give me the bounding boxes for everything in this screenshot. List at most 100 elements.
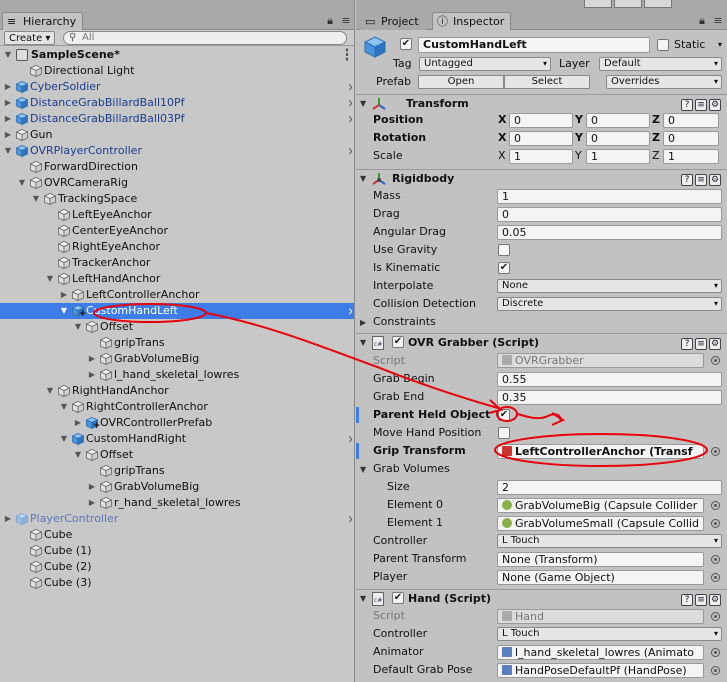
prefab-select-button[interactable]: Select	[504, 75, 590, 89]
is-kinematic-checkbox[interactable]: ✔	[498, 262, 510, 274]
grabber-header[interactable]: ▼ c# ✔ OVR Grabber (Script) ? ≡ ⚙	[356, 335, 727, 352]
hierarchy-row[interactable]: ▶ + OVRControllerPrefab	[0, 415, 354, 431]
object-picker-icon[interactable]	[711, 666, 720, 675]
help-book-icon[interactable]: ?	[681, 99, 693, 111]
transform-rotation-x-field[interactable]: 0	[509, 131, 573, 146]
tab-inspector[interactable]: ⓘ Inspector	[432, 12, 512, 30]
collapse-arrow-icon[interactable]: ▶	[87, 367, 97, 383]
settings-sliders-icon[interactable]: ≡	[695, 174, 707, 186]
transform-scale-x-field[interactable]: 1	[509, 149, 573, 164]
parent-held-object-checkbox[interactable]: ✔	[498, 409, 510, 421]
create-button[interactable]: Create ▾	[4, 31, 56, 45]
hierarchy-row[interactable]: ▶ Gun	[0, 127, 354, 143]
hierarchy-row[interactable]: ▼ LeftHandAnchor	[0, 271, 354, 287]
collapse-arrow-icon[interactable]: ▶	[73, 415, 83, 431]
hierarchy-row[interactable]: ▶ r_hand_skeletal_lowres	[0, 495, 354, 511]
collapse-arrow-icon[interactable]: ▼	[360, 338, 366, 347]
hierarchy-row[interactable]: ▼ + CustomHandLeft ›	[0, 302, 354, 320]
axis-x-label[interactable]: X	[498, 130, 506, 146]
collapse-arrow-icon[interactable]: ▶	[87, 479, 97, 495]
object-name-input[interactable]: CustomHandLeft	[418, 37, 650, 53]
expand-arrow-icon[interactable]: ▼	[59, 399, 69, 415]
gear-icon[interactable]: ⚙	[709, 594, 721, 606]
settings-sliders-icon[interactable]: ≡	[695, 99, 707, 111]
collapse-arrow-icon[interactable]: ▶	[3, 95, 13, 111]
gear-icon[interactable]: ⚙	[709, 99, 721, 111]
tag-dropdown[interactable]: Untagged ▾	[419, 57, 551, 71]
grabber-enabled-checkbox[interactable]: ✔	[392, 336, 404, 348]
expand-arrow-icon[interactable]: ▼	[45, 383, 55, 399]
expand-arrow-icon[interactable]: ▼	[31, 191, 41, 207]
transform-rotation-y-field[interactable]: 0	[586, 131, 650, 146]
collapse-arrow-icon[interactable]: ▶	[360, 318, 366, 327]
default-grab-pose-field[interactable]: HandPoseDefaultPf (HandPose)	[497, 663, 704, 678]
use-gravity-checkbox[interactable]	[498, 244, 510, 256]
transform-rotation-z-field[interactable]: 0	[663, 131, 719, 146]
expand-arrow-icon[interactable]: ▼	[17, 175, 27, 191]
hierarchy-row[interactable]: ForwardDirection	[0, 159, 354, 175]
transform-scale-y-field[interactable]: 1	[586, 149, 650, 164]
hand-enabled-checkbox[interactable]: ✔	[392, 592, 404, 604]
hierarchy-row[interactable]: Cube	[0, 527, 354, 543]
collapse-arrow-icon[interactable]: ▼	[360, 174, 366, 183]
hierarchy-row[interactable]: gripTrans	[0, 335, 354, 351]
hierarchy-row[interactable]: CenterEyeAnchor	[0, 223, 354, 239]
gear-icon[interactable]: ⚙	[709, 174, 721, 186]
help-book-icon[interactable]: ?	[681, 174, 693, 186]
collapse-arrow-icon[interactable]: ▶	[3, 79, 13, 95]
collision-detection-dropdown[interactable]: Discrete ▾	[497, 297, 722, 311]
axis-x-label[interactable]: X	[498, 112, 506, 128]
transform-position-x-field[interactable]: 0	[509, 113, 573, 128]
hand-header[interactable]: ▼ c# ✔ Hand (Script) ? ≡ ⚙	[356, 591, 727, 608]
move-hand-position-checkbox[interactable]	[498, 427, 510, 439]
expand-arrow-icon[interactable]: ▼	[45, 271, 55, 287]
hierarchy-row[interactable]: ▼ RightHandAnchor	[0, 383, 354, 399]
object-picker-icon[interactable]	[711, 555, 720, 564]
transform-scale-z-field[interactable]: 1	[663, 149, 719, 164]
collapse-arrow-icon[interactable]: ▼	[360, 465, 366, 474]
object-picker-icon[interactable]	[711, 612, 720, 621]
collapse-arrow-icon[interactable]: ▶	[3, 111, 13, 127]
axis-y-label[interactable]: Y	[575, 130, 583, 146]
axis-z-label[interactable]: Z	[652, 148, 660, 164]
lock-icon[interactable]: 🔒︎	[694, 14, 710, 28]
scene-row[interactable]: ▼ SampleScene* ⋮	[0, 46, 354, 64]
help-book-icon[interactable]: ?	[681, 594, 693, 606]
hierarchy-row[interactable]: ▶ DistanceGrabBillardBall10Pf ›	[0, 94, 354, 112]
drag-field[interactable]: 0	[497, 207, 722, 222]
rigidbody-header[interactable]: ▼ Rigidbody ? ≡ ⚙	[356, 171, 727, 188]
static-checkbox[interactable]	[657, 39, 669, 51]
expand-arrow-icon[interactable]: ▼	[73, 319, 83, 335]
grab-begin-field[interactable]: 0.55	[497, 372, 722, 387]
hierarchy-row[interactable]: ▼ RightControllerAnchor	[0, 399, 354, 415]
collapse-arrow-icon[interactable]: ▶	[3, 127, 13, 143]
pause-button[interactable]	[614, 0, 642, 8]
hierarchy-row[interactable]: LeftEyeAnchor	[0, 207, 354, 223]
collapse-arrow-icon[interactable]: ▶	[3, 511, 13, 527]
object-picker-icon[interactable]	[711, 501, 720, 510]
hierarchy-row[interactable]: ▶ DistanceGrabBillardBall03Pf ›	[0, 110, 354, 128]
tab-project[interactable]: ▭ Project	[360, 12, 426, 30]
element0-field[interactable]: GrabVolumeBig (Capsule Collider	[497, 498, 704, 513]
size-field[interactable]: 2	[497, 480, 722, 495]
hierarchy-row[interactable]: ▶ LeftControllerAnchor	[0, 287, 354, 303]
axis-z-label[interactable]: Z	[652, 112, 660, 128]
hierarchy-row[interactable]: ▼ Offset	[0, 447, 354, 463]
expand-arrow-icon[interactable]: ▼	[59, 431, 69, 447]
hierarchy-row[interactable]: TrackerAnchor	[0, 255, 354, 271]
axis-y-label[interactable]: Y	[575, 148, 582, 164]
grabber-script-field[interactable]: OVRGrabber	[497, 353, 704, 368]
expand-arrow-icon[interactable]: ▼	[3, 143, 13, 159]
hierarchy-row[interactable]: ▶ GrabVolumeBig	[0, 351, 354, 367]
interpolate-dropdown[interactable]: None ▾	[497, 279, 722, 293]
expand-arrow-icon[interactable]: ▼	[73, 447, 83, 463]
hierarchy-row[interactable]: gripTrans	[0, 463, 354, 479]
parent-transform-field[interactable]: None (Transform)	[497, 552, 704, 567]
hierarchy-row[interactable]: Cube (1)	[0, 543, 354, 559]
player-field[interactable]: None (Game Object)	[497, 570, 704, 585]
collapse-arrow-icon[interactable]: ▼	[360, 594, 366, 603]
object-picker-icon[interactable]	[711, 573, 720, 582]
element1-field[interactable]: GrabVolumeSmall (Capsule Collid	[497, 516, 704, 531]
expand-arrow-icon[interactable]: ▼	[3, 47, 13, 63]
controller-dropdown[interactable]: L Touch ▾	[497, 534, 722, 548]
